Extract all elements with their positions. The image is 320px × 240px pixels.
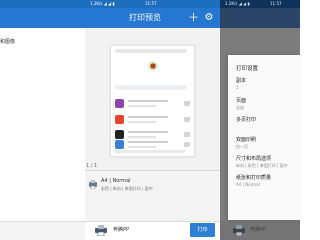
add-icon[interactable]: ＋ [188, 11, 199, 25]
print-button[interactable]: 打印 [190, 223, 215, 237]
status-time: 11:57 [145, 1, 157, 6]
paper-summary: A4 | Normal [101, 178, 131, 184]
option-copies[interactable]: 副本 [236, 77, 246, 84]
signal-indicator: 1.2K/s ◢ ◢ ▮ [225, 1, 250, 6]
status-time: 11:57 [270, 1, 282, 6]
right-toolbar [220, 8, 300, 28]
status-bar: 1.2K/s ◢ ◢ ▮ 11:57 [85, 0, 220, 8]
preview-list-item [113, 113, 193, 127]
app-icon [115, 115, 124, 124]
printer-icon [233, 225, 245, 236]
left-screen [0, 0, 85, 240]
left-bottom-bar [0, 221, 85, 240]
option-copies-value: 1 [236, 85, 239, 90]
option-paper-quality[interactable]: 纸张和打印质量 [236, 174, 271, 181]
option-paper-quality-value: A4 | Normal [236, 182, 260, 187]
option-multi-page[interactable]: 多页打印 [236, 116, 256, 123]
page-count: 1 / 1 [86, 163, 98, 169]
printer-icon[interactable] [94, 225, 108, 236]
right-status-bar: 1.2K/s ◢ ◢ ▮ 11:57 [220, 0, 300, 8]
left-status-bar [0, 0, 85, 8]
paper-icon [89, 180, 97, 189]
printer-name: 奔腾PP [250, 227, 267, 233]
option-size-layout-value: 纵向 | 彩色 | 单面打印 | 面中 [236, 163, 288, 168]
option-size-layout[interactable]: 尺寸和布局选项 [236, 155, 271, 162]
option-duplex[interactable]: 双面印刷 [236, 136, 256, 143]
app-icon [115, 140, 124, 149]
preview-list-item [113, 97, 193, 111]
preview-header-row [115, 85, 187, 90]
signal-indicator: 1.2K/s ◢ ◢ ▮ [90, 1, 115, 6]
option-duplex-value: 仅一页 [236, 144, 248, 149]
settings-heading: 打印设置 [236, 66, 259, 72]
page-title: 打印预览 [129, 13, 161, 22]
app-icon [115, 99, 124, 108]
gear-icon[interactable]: ⚙ [203, 11, 215, 25]
left-option-label[interactable]: 和图像 [0, 38, 15, 45]
preview-logo-icon [148, 61, 158, 71]
left-toolbar [0, 8, 85, 28]
paper-detail: 彩色 | 纵向 | 单面打印 | 面中 [101, 186, 153, 191]
option-pages-value: 全部 [236, 105, 244, 110]
preview-url-bar [115, 49, 187, 53]
option-pages[interactable]: 页面 [236, 97, 246, 104]
preview-footer [115, 150, 185, 153]
printer-name[interactable]: 奔腾PP [113, 226, 129, 233]
